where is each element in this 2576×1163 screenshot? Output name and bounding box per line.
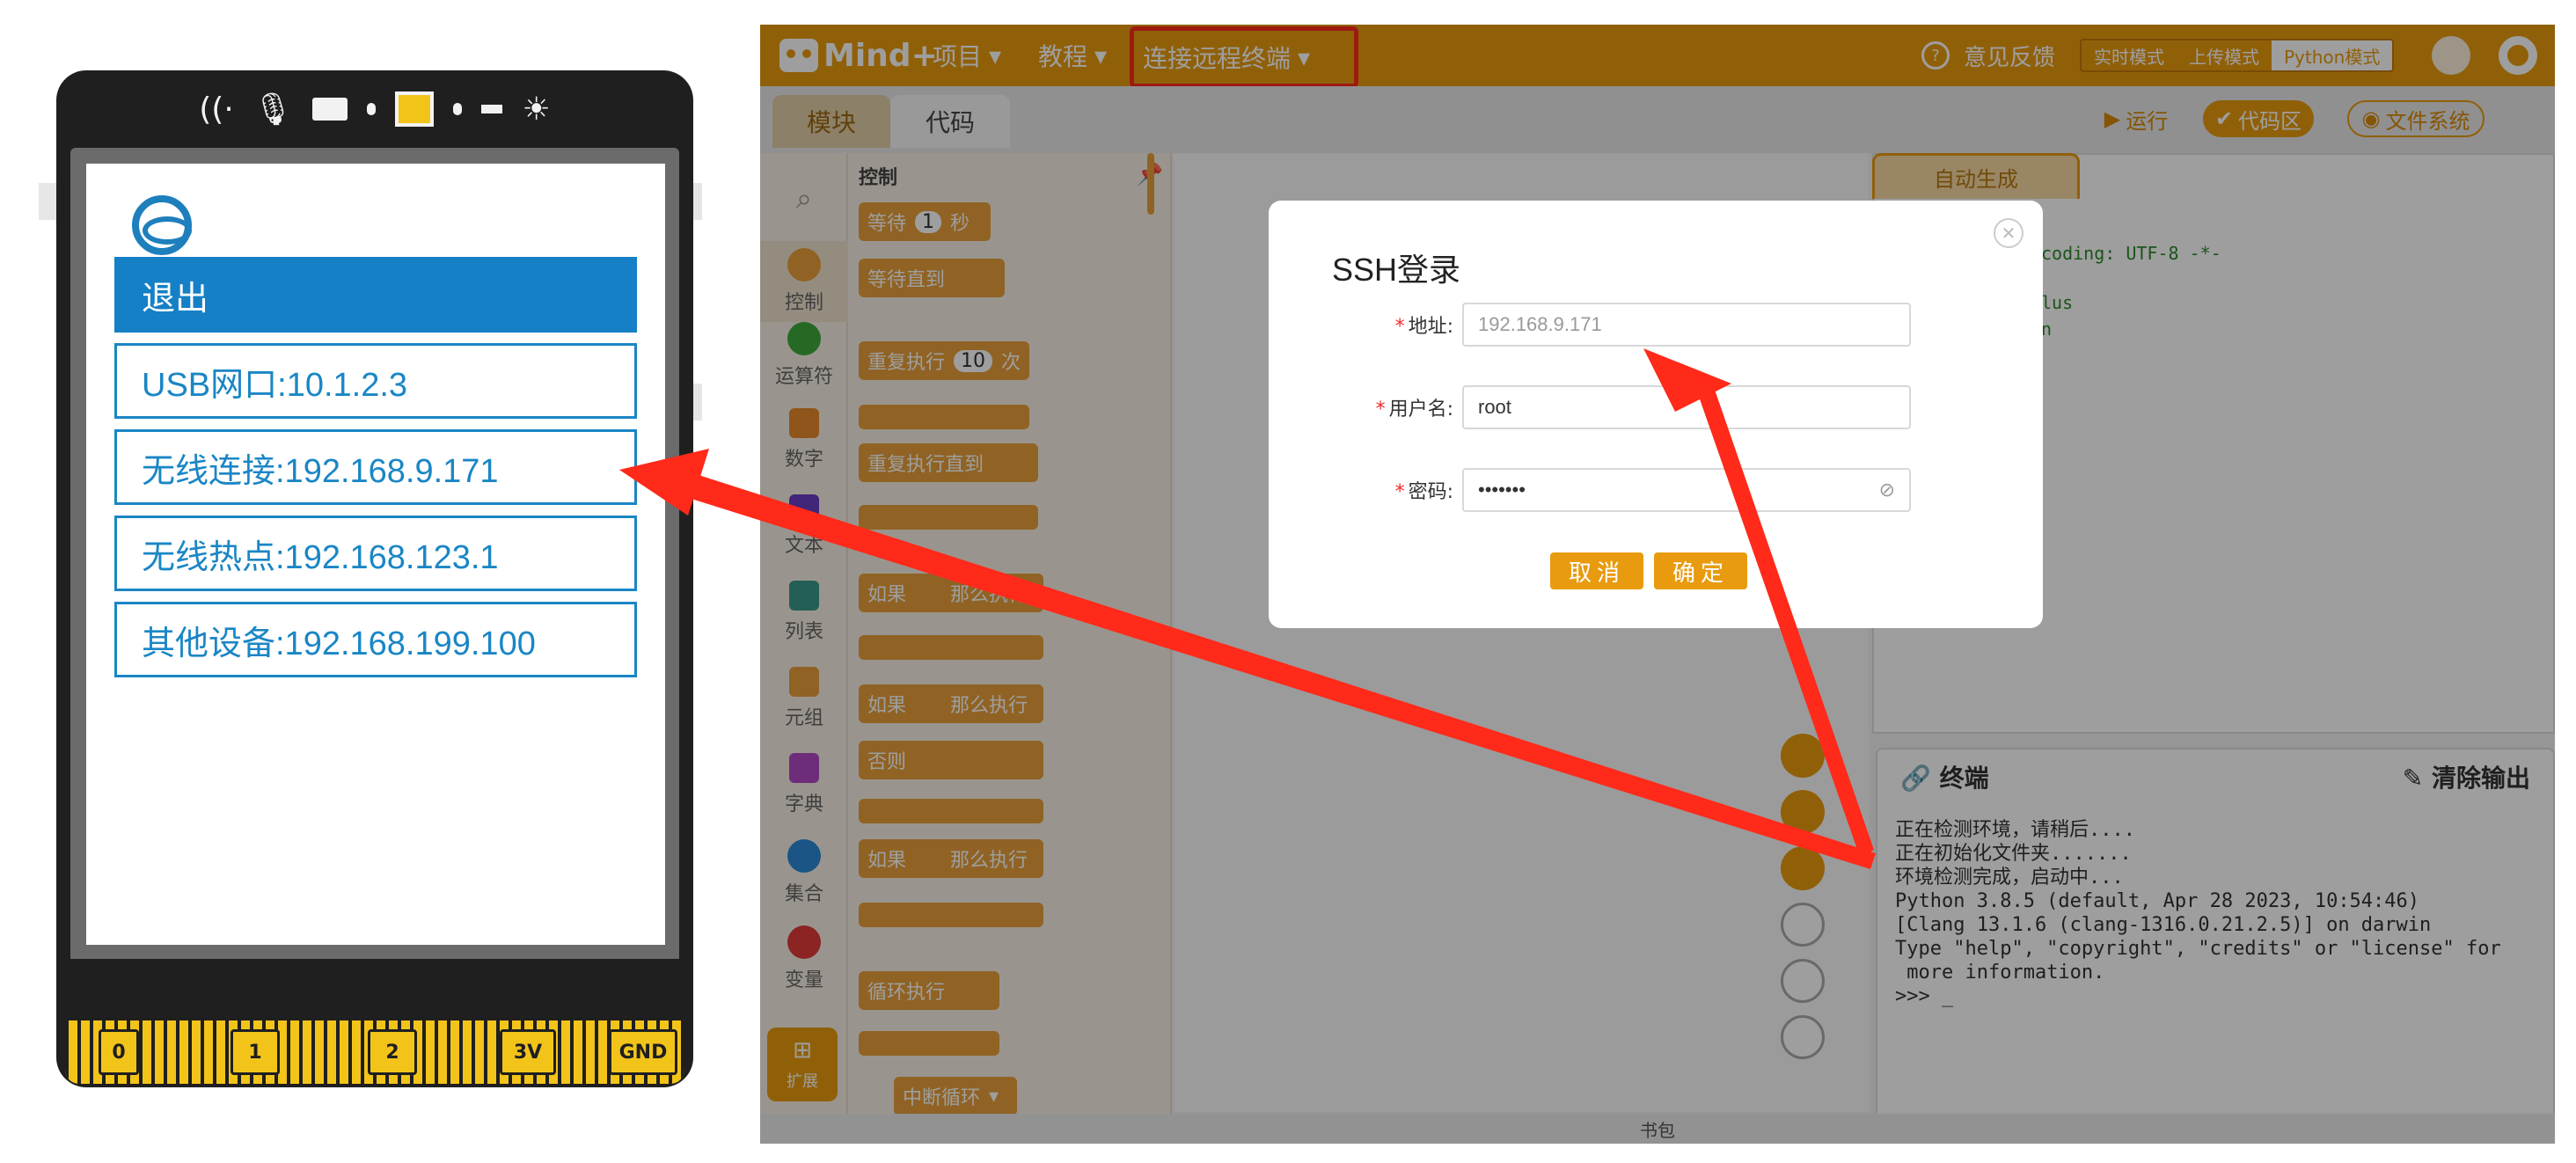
arrow-to-wifi-item: [677, 473, 1876, 869]
arrowhead-wifi: [619, 449, 709, 516]
arrow-to-address: [1698, 387, 1874, 857]
annotation-arrows: [619, 348, 1876, 869]
